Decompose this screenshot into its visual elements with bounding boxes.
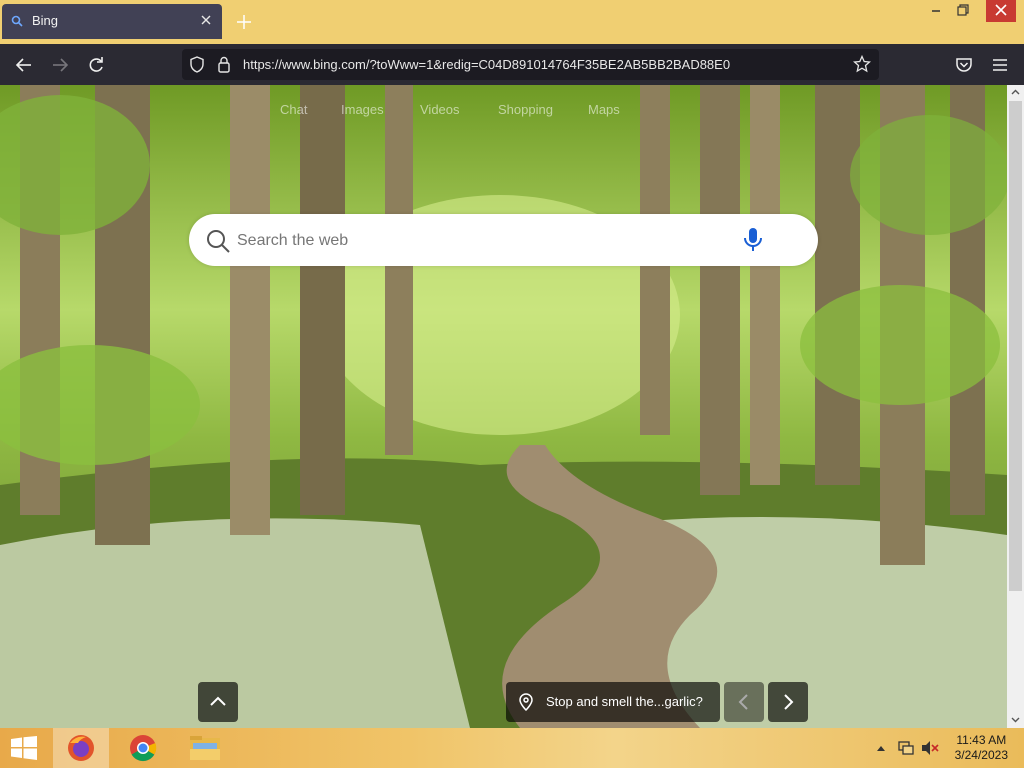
bing-homepage: Chat Images Videos Shopping Maps Stop an… [0, 85, 1007, 728]
nav-images[interactable]: Images [341, 102, 384, 117]
windows-start-icon[interactable] [10, 736, 38, 760]
scroll-down-arrow-icon[interactable] [1011, 715, 1020, 724]
address-bar[interactable]: https://www.bing.com/?toWww=1&redig=C04D… [182, 49, 879, 80]
chrome-icon [130, 735, 157, 762]
scroll-up-button[interactable] [198, 682, 238, 722]
nav-shopping[interactable]: Shopping [498, 102, 553, 117]
scrollbar-thumb[interactable] [1009, 101, 1022, 591]
network-icon[interactable] [897, 740, 915, 756]
tab-strip: Bing [0, 0, 1024, 44]
forward-arrow-icon[interactable] [49, 54, 71, 76]
taskbar-firefox[interactable] [53, 728, 109, 768]
window-close-button[interactable] [986, 0, 1016, 22]
microphone-icon[interactable] [742, 227, 764, 253]
clock-time: 11:43 AM [956, 733, 1007, 747]
back-arrow-icon[interactable] [13, 54, 35, 76]
close-tab-icon[interactable] [198, 12, 214, 28]
taskbar-chrome[interactable] [115, 728, 171, 768]
chevron-left-icon [738, 694, 748, 710]
system-clock[interactable]: 11:43 AM 3/24/2023 [955, 733, 1008, 763]
taskbar: 11:43 AM 3/24/2023 [0, 728, 1024, 768]
tab-bing[interactable]: Bing [2, 4, 222, 39]
next-image-button[interactable] [768, 682, 808, 722]
search-icon[interactable] [205, 228, 231, 254]
folder-icon [190, 736, 220, 760]
lock-icon[interactable] [217, 56, 231, 73]
firefox-icon [68, 735, 94, 761]
hamburger-menu-icon[interactable] [989, 54, 1011, 76]
clock-date: 3/24/2023 [954, 748, 1008, 762]
show-hidden-icons-icon[interactable] [876, 744, 886, 752]
forest-background-image [0, 85, 1007, 728]
reload-icon[interactable] [85, 54, 107, 76]
url-text: https://www.bing.com/?toWww=1&redig=C04D… [243, 57, 731, 72]
close-icon [995, 4, 1007, 16]
new-tab-icon[interactable] [234, 12, 254, 32]
caption-text: Stop and smell the...garlic? [546, 694, 703, 709]
chevron-up-icon [210, 696, 226, 706]
nav-videos[interactable]: Videos [420, 102, 460, 117]
chevron-right-icon [784, 694, 794, 710]
search-icon [11, 15, 23, 27]
volume-muted-icon[interactable] [921, 740, 939, 756]
tab-title: Bing [32, 13, 59, 28]
page-scrollbar[interactable] [1007, 85, 1024, 728]
shield-icon[interactable] [189, 56, 205, 73]
star-icon[interactable] [853, 55, 871, 73]
search-box[interactable] [189, 214, 818, 266]
nav-chat[interactable]: Chat [280, 102, 307, 117]
nav-maps[interactable]: Maps [588, 102, 620, 117]
minimize-icon[interactable] [922, 0, 950, 22]
scroll-up-arrow-icon[interactable] [1011, 88, 1020, 97]
pocket-icon[interactable] [953, 54, 975, 76]
previous-image-button[interactable] [724, 682, 764, 722]
search-input[interactable] [235, 226, 709, 256]
navigation-toolbar: https://www.bing.com/?toWww=1&redig=C04D… [0, 44, 1024, 85]
location-pin-icon [519, 693, 533, 711]
taskbar-file-explorer[interactable] [177, 728, 233, 768]
restore-icon[interactable] [948, 0, 976, 22]
image-caption[interactable]: Stop and smell the...garlic? [506, 682, 720, 722]
